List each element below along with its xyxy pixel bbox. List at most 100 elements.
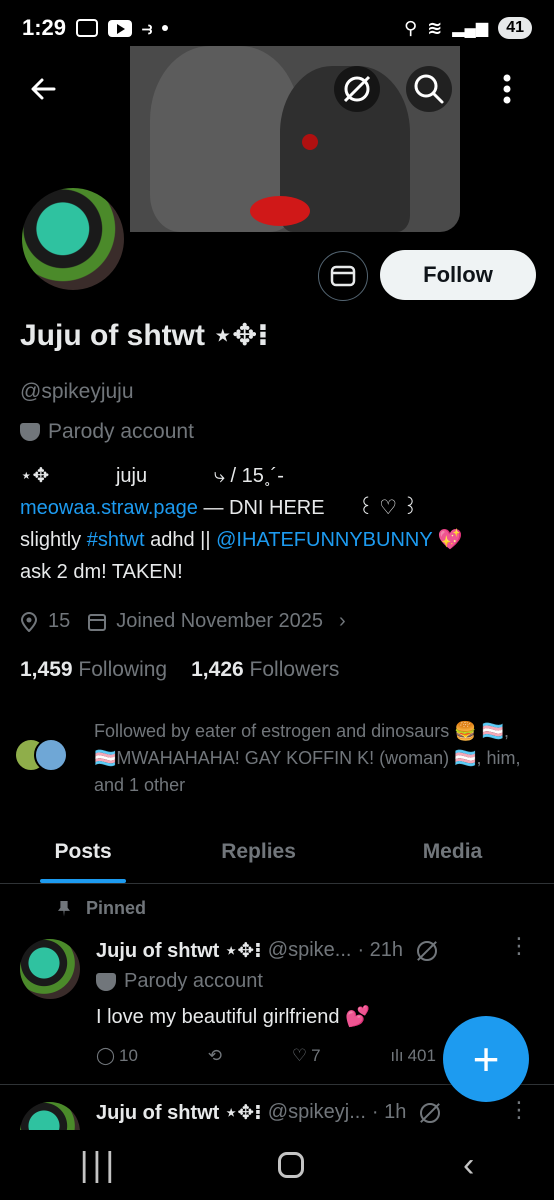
bio-line-4: ask 2 dm! TAKEN! xyxy=(20,561,183,583)
following-count: 1,459 xyxy=(20,658,73,681)
mask-icon xyxy=(96,972,116,991)
signal-icon: ▂▄▆ xyxy=(452,20,489,37)
profile-tabs: Posts Replies Media xyxy=(0,820,554,884)
battery-indicator: 41 xyxy=(498,17,532,39)
dot-icon xyxy=(162,25,169,31)
search-button[interactable] xyxy=(406,66,452,112)
views-icon: ılı xyxy=(390,1046,404,1065)
plus-icon: + xyxy=(472,1033,500,1085)
arrow-left-icon xyxy=(31,78,56,100)
post-avatar[interactable] xyxy=(20,1102,80,1130)
system-nav-bar: ||| ‹ xyxy=(0,1130,554,1200)
bio-line-1: ⋆✥ juju ⤷ / 15˳´- xyxy=(20,465,284,487)
follow-button[interactable]: Follow xyxy=(380,250,536,300)
compose-button[interactable]: + xyxy=(443,1016,529,1102)
profile-avatar[interactable] xyxy=(18,184,128,294)
followers-count: 1,426 xyxy=(191,658,244,681)
calendar-icon xyxy=(88,613,107,631)
post[interactable]: Juju of shtwt ⋆✥⁝ @spikeyj... · 1h ⋮ xyxy=(0,1096,554,1130)
mask-icon xyxy=(20,423,40,441)
post-author-handle: @spikeyj... xyxy=(267,1101,366,1123)
hook-icon: ⥽ xyxy=(142,17,153,38)
following-link[interactable]: 1,459 Following xyxy=(20,658,167,682)
bio-text: adhd || xyxy=(144,529,217,551)
pinned-indicator: Pinned xyxy=(58,898,146,919)
followers-link[interactable]: 1,426 Followers xyxy=(191,658,339,682)
bio: ⋆✥ juju ⤷ / 15˳´- meowaa.straw.page — DN… xyxy=(20,460,540,588)
more-vertical-icon xyxy=(503,74,511,104)
youtube-icon xyxy=(108,19,133,37)
mutual-avatars xyxy=(14,738,74,774)
post-time[interactable]: · 21h xyxy=(357,939,403,962)
user-handle: @spikeyjuju xyxy=(20,380,134,403)
chevron-right-icon[interactable]: › xyxy=(339,610,346,633)
tab-media[interactable]: Media xyxy=(351,820,554,883)
like-count: 7 xyxy=(311,1046,321,1065)
grok-icon xyxy=(343,75,371,103)
tab-posts[interactable]: Posts xyxy=(0,820,166,883)
screenshot-icon xyxy=(76,19,99,37)
post-author-handle: @spike... xyxy=(267,939,352,961)
hashtag-link[interactable]: #shtwt xyxy=(87,529,145,551)
top-nav xyxy=(0,66,554,116)
bio-text: slightly xyxy=(20,529,87,551)
parody-label-text: Parody account xyxy=(48,420,194,443)
post-author-name[interactable]: Juju of shtwt ⋆✥⁝ xyxy=(96,1100,262,1125)
repost-icon: ⟲ xyxy=(207,1046,223,1065)
pin-icon xyxy=(58,900,70,917)
post-more-icon[interactable]: ⋮ xyxy=(508,935,530,957)
banner-red-bow xyxy=(250,196,310,226)
location-text: 15 xyxy=(48,610,71,632)
post-header: Juju of shtwt ⋆✥⁝ @spike... · 21h xyxy=(96,938,438,963)
tab-replies[interactable]: Replies xyxy=(166,820,351,883)
followers-label: Followers xyxy=(249,658,340,681)
mention-link[interactable]: @IHATEFUNNYBUNNY xyxy=(216,529,432,551)
back-button[interactable] xyxy=(20,66,66,112)
follow-counts: 1,459 Following 1,426 Followers xyxy=(20,658,339,682)
post-avatar[interactable] xyxy=(20,939,80,999)
bio-emoji: 💖 xyxy=(432,529,463,551)
bio-line-2: meowaa.straw.page — DNI HERE ꒰ ♡ ꒱ xyxy=(20,492,540,524)
parody-label: Parody account xyxy=(20,420,194,444)
grok-icon[interactable] xyxy=(420,1102,441,1123)
profile-meta: 15 Joined November 2025 › xyxy=(20,610,346,633)
bio-line-2-rest: — DNI HERE ꒰ ♡ ꒱ xyxy=(197,497,419,519)
post-time[interactable]: · 1h xyxy=(372,1101,406,1124)
reply-icon: ◯ xyxy=(96,1046,116,1065)
repost-button[interactable]: ⟲ xyxy=(208,1046,222,1066)
like-button[interactable]: ♡ 7 xyxy=(292,1046,321,1066)
recent-apps-icon[interactable]: ||| xyxy=(80,1146,119,1185)
back-nav-icon[interactable]: ‹ xyxy=(463,1146,474,1185)
joined-text: Joined November 2025 xyxy=(116,610,324,632)
views-count: 401 xyxy=(407,1046,436,1065)
post-more-icon[interactable]: ⋮ xyxy=(508,1099,530,1121)
more-button[interactable] xyxy=(484,66,530,112)
post-header: Juju of shtwt ⋆✥⁝ @spikeyj... · 1h xyxy=(96,1100,441,1125)
status-time: 1:29 xyxy=(22,15,67,40)
reply-button[interactable]: ◯ 10 xyxy=(96,1046,138,1066)
banner-doll-eye xyxy=(302,134,318,150)
bio-link[interactable]: meowaa.straw.page xyxy=(20,497,198,519)
location-icon: ⚲ xyxy=(403,17,418,38)
home-icon[interactable] xyxy=(277,1152,304,1178)
post-parody-label: Parody account xyxy=(96,970,263,993)
post-text: I love my beautiful girlfriend 💕 xyxy=(96,1006,370,1028)
post-author-name[interactable]: Juju of shtwt ⋆✥⁝ xyxy=(96,938,262,963)
search-icon xyxy=(414,74,444,104)
message-button[interactable] xyxy=(318,251,368,301)
heart-icon: ♡ xyxy=(291,1046,308,1065)
post-actions: ◯ 10 ⟲ ♡ 7 ılı 401 xyxy=(96,1046,436,1066)
reply-count: 10 xyxy=(119,1046,138,1065)
status-bar: 1:29 ⥽ ⚲ ≋ ▂▄▆ 41 xyxy=(0,0,554,56)
wifi-icon: ≋ xyxy=(427,17,443,38)
grok-button[interactable] xyxy=(334,66,380,112)
pinned-label: Pinned xyxy=(86,898,147,918)
following-label: Following xyxy=(78,658,168,681)
grok-icon[interactable] xyxy=(417,940,438,961)
location-pin-icon xyxy=(20,611,38,632)
mutual-avatar xyxy=(34,738,68,772)
views-button[interactable]: ılı 401 xyxy=(390,1046,436,1066)
envelope-icon xyxy=(330,265,356,287)
display-name: Juju of shtwt ⋆✥⁝ xyxy=(20,319,269,352)
post-parody-text: Parody account xyxy=(124,970,263,992)
